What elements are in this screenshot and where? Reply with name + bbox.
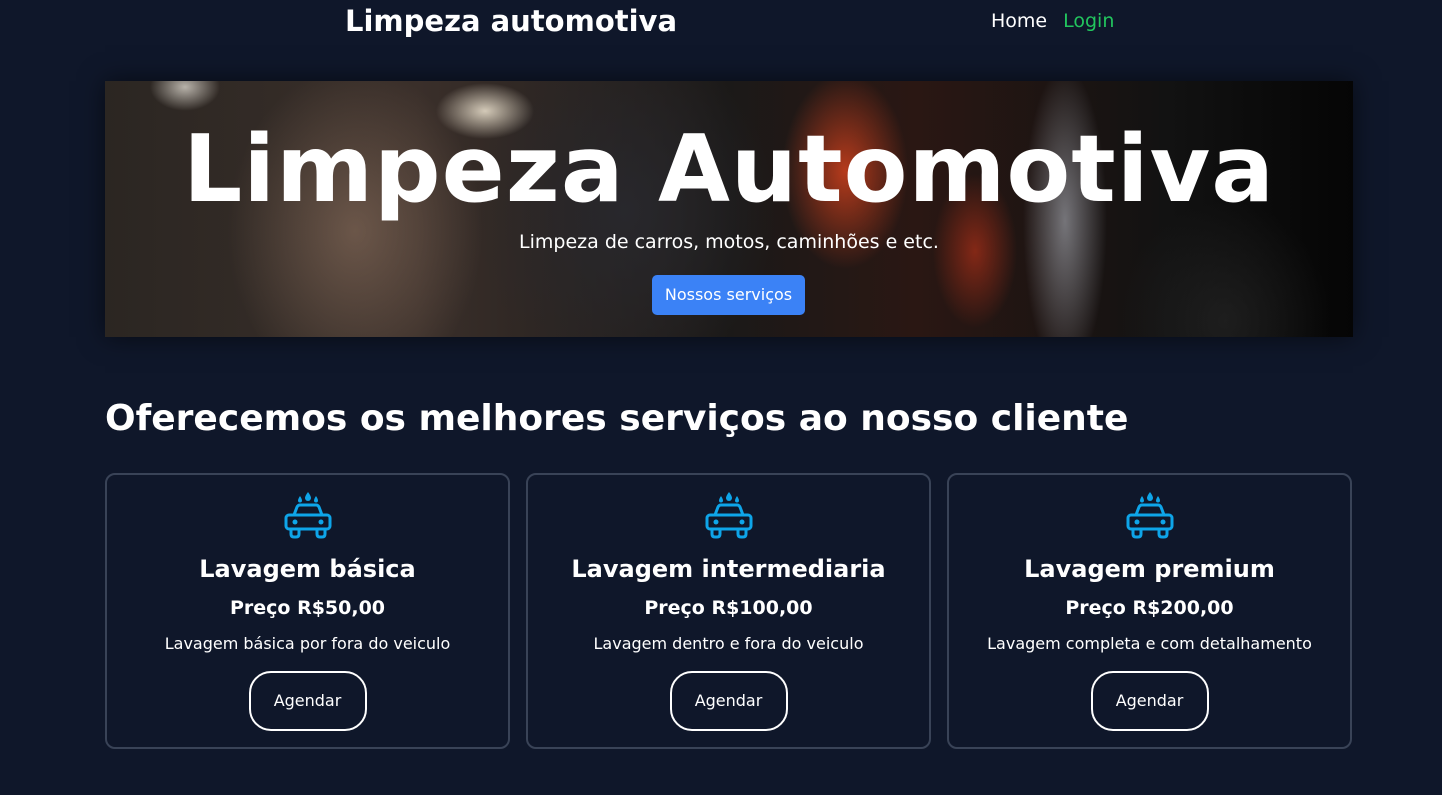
service-card-basic: Lavagem básica Preço R$50,00 Lavagem bás… bbox=[105, 473, 510, 749]
nav-home-link[interactable]: Home bbox=[991, 10, 1047, 32]
service-title: Lavagem básica bbox=[199, 555, 416, 583]
service-price: Preço R$50,00 bbox=[229, 597, 386, 619]
schedule-button[interactable]: Agendar bbox=[248, 671, 367, 731]
car-wash-icon bbox=[705, 492, 752, 539]
hero-banner: Limpeza Automotiva Limpeza de carros, mo… bbox=[105, 81, 1353, 337]
car-wash-icon bbox=[1126, 492, 1173, 539]
site-header: Limpeza automotiva Home Login bbox=[0, 0, 1442, 48]
nav-login-link[interactable]: Login bbox=[1063, 10, 1114, 32]
service-card-intermediate: Lavagem intermediaria Preço R$100,00 Lav… bbox=[526, 473, 931, 749]
hero-title: Limpeza Automotiva bbox=[183, 115, 1275, 223]
service-title: Lavagem intermediaria bbox=[571, 555, 886, 583]
service-card-premium: Lavagem premium Preço R$200,00 Lavagem c… bbox=[947, 473, 1352, 749]
main-nav: Home Login bbox=[991, 10, 1114, 32]
services-section-title: Oferecemos os melhores serviços ao nosso… bbox=[105, 398, 1129, 439]
schedule-button[interactable]: Agendar bbox=[669, 671, 788, 731]
car-wash-icon bbox=[284, 492, 331, 539]
schedule-button[interactable]: Agendar bbox=[1090, 671, 1209, 731]
service-title: Lavagem premium bbox=[1024, 555, 1275, 583]
services-button[interactable]: Nossos serviços bbox=[652, 275, 805, 315]
hero-subtitle: Limpeza de carros, motos, caminhões e et… bbox=[519, 231, 939, 253]
service-price: Preço R$200,00 bbox=[1065, 597, 1234, 619]
service-description: Lavagem dentro e fora do veiculo bbox=[593, 634, 864, 653]
service-price: Preço R$100,00 bbox=[644, 597, 813, 619]
service-description: Lavagem básica por fora do veiculo bbox=[164, 634, 451, 653]
brand-title[interactable]: Limpeza automotiva bbox=[345, 4, 677, 38]
service-description: Lavagem completa e com detalhamento bbox=[987, 634, 1312, 653]
